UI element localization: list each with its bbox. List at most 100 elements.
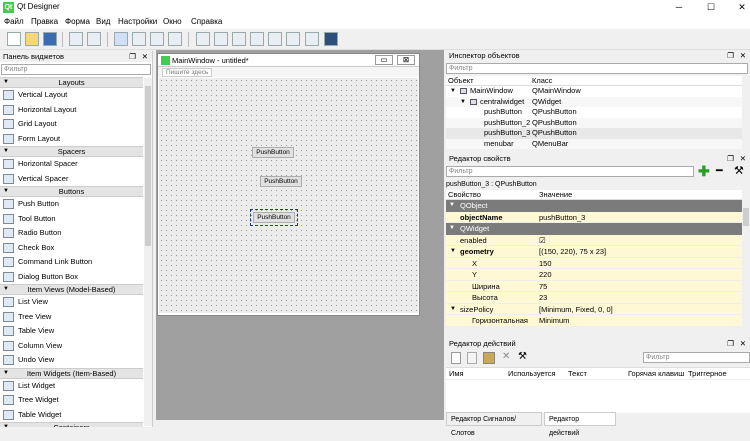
- save-icon[interactable]: [43, 32, 57, 46]
- form-close-icon[interactable]: ⊠: [397, 55, 415, 65]
- widget-list-scrollbar[interactable]: [144, 78, 152, 426]
- close-panel-icon[interactable]: ✕: [740, 153, 746, 164]
- menu-help[interactable]: Справка: [191, 17, 222, 26]
- property-filter-input[interactable]: Фильтр: [446, 166, 694, 177]
- object-tree-row[interactable]: ▼ centralwidget QWidget: [446, 96, 742, 107]
- object-tree-row[interactable]: menubar QMenuBar: [446, 138, 742, 149]
- float-icon[interactable]: ❐: [727, 153, 734, 164]
- layout-grid-icon[interactable]: [268, 32, 282, 46]
- delete-action-icon[interactable]: ✕: [502, 351, 510, 362]
- menu-view[interactable]: Вид: [96, 17, 110, 26]
- tab-signal-slot-editor[interactable]: Редактор Сигналов/Слотов: [446, 412, 542, 437]
- adjust-size-icon[interactable]: [324, 32, 338, 46]
- widget-item[interactable]: Column View: [0, 338, 143, 353]
- category-header[interactable]: ▼ Spacers: [0, 146, 143, 157]
- widget-filter-input[interactable]: Фильтр: [1, 64, 151, 75]
- property-row[interactable]: Высота 23: [446, 292, 742, 304]
- chevron-down-icon[interactable]: ▼: [450, 304, 456, 315]
- property-value[interactable]: 23: [539, 292, 547, 303]
- menu-form[interactable]: Форма: [65, 17, 90, 26]
- col-class[interactable]: Класс: [532, 76, 552, 86]
- menu-placeholder[interactable]: Пишите здесь: [162, 68, 213, 77]
- maximize-icon[interactable]: ☐: [704, 1, 718, 13]
- object-filter-input[interactable]: Фильтр: [446, 63, 748, 74]
- category-header[interactable]: ▼ Buttons: [0, 186, 143, 197]
- widget-item[interactable]: Dialog Button Box: [0, 269, 143, 284]
- edit-tab-order-icon[interactable]: [168, 32, 182, 46]
- push-button-2[interactable]: PushButton: [260, 176, 302, 187]
- edit-buddies-icon[interactable]: [150, 32, 164, 46]
- widget-item[interactable]: Tool Button: [0, 211, 143, 226]
- edit-widgets-icon[interactable]: [114, 32, 128, 46]
- scrollbar-thumb[interactable]: [743, 208, 749, 226]
- central-widget-canvas[interactable]: PushButton PushButton PushButton: [159, 78, 418, 313]
- push-button[interactable]: PushButton: [252, 147, 294, 158]
- menu-edit[interactable]: Правка: [31, 17, 58, 26]
- property-row[interactable]: X 150: [446, 257, 742, 269]
- chevron-down-icon[interactable]: ▼: [449, 200, 455, 211]
- push-button-3[interactable]: PushButton: [250, 209, 298, 226]
- property-row[interactable]: Горизонтальная Minimum: [446, 315, 742, 327]
- widget-item[interactable]: List View: [0, 295, 143, 310]
- col-value[interactable]: Значение: [539, 190, 572, 200]
- new-file-icon[interactable]: [7, 32, 21, 46]
- chevron-down-icon[interactable]: ▼: [450, 86, 456, 96]
- widget-item[interactable]: Command Link Button: [0, 255, 143, 270]
- col-checkable[interactable]: Триггерное: [688, 368, 727, 380]
- chevron-down-icon[interactable]: ▼: [450, 246, 456, 257]
- col-shortcut[interactable]: Горячая клавиш: [628, 368, 684, 380]
- layout-splitter-h-icon[interactable]: [232, 32, 246, 46]
- copy-action-icon[interactable]: [467, 352, 477, 364]
- widget-item[interactable]: Tree View: [0, 309, 143, 324]
- property-row[interactable]: Y 220: [446, 269, 742, 281]
- close-panel-icon[interactable]: ✕: [740, 338, 746, 349]
- widget-item[interactable]: Grid Layout: [0, 117, 143, 132]
- remove-property-icon[interactable]: ━: [716, 164, 723, 177]
- category-header[interactable]: ▼ Item Views (Model-Based): [0, 284, 143, 295]
- close-panel-icon[interactable]: ✕: [740, 50, 746, 61]
- open-folder-icon[interactable]: [25, 32, 39, 46]
- tab-action-editor[interactable]: Редактор действий: [544, 412, 616, 437]
- property-group[interactable]: ▼ QObject: [446, 200, 742, 212]
- category-header[interactable]: ▼ Layouts: [0, 77, 143, 88]
- layout-form-icon[interactable]: [286, 32, 300, 46]
- cascade-icon[interactable]: [69, 32, 83, 46]
- property-value[interactable]: [Minimum, Fixed, 0, 0]: [539, 304, 613, 315]
- float-icon[interactable]: ❐: [727, 50, 734, 61]
- category-header[interactable]: ▼ Item Widgets (Item-Based): [0, 367, 143, 379]
- float-icon[interactable]: ❐: [727, 338, 734, 349]
- configure-icon[interactable]: ⚒: [734, 164, 744, 177]
- widget-item[interactable]: Vertical Layout: [0, 88, 143, 103]
- chevron-down-icon[interactable]: ▼: [460, 97, 466, 107]
- minimize-icon[interactable]: ─: [672, 1, 686, 13]
- layout-vertical-icon[interactable]: [214, 32, 228, 46]
- col-property[interactable]: Свойство: [448, 190, 481, 200]
- col-object[interactable]: Объект: [448, 76, 474, 86]
- property-value[interactable]: Minimum: [539, 315, 569, 326]
- form-minimize-icon[interactable]: ▭: [375, 55, 393, 65]
- layout-splitter-v-icon[interactable]: [250, 32, 264, 46]
- close-icon[interactable]: ✕: [735, 1, 749, 13]
- col-used[interactable]: Используется: [508, 368, 556, 380]
- object-tree-row[interactable]: pushButton QPushButton: [446, 107, 742, 118]
- property-group[interactable]: ▼ QWidget: [446, 223, 742, 235]
- layout-horizontal-icon[interactable]: [196, 32, 210, 46]
- chevron-down-icon[interactable]: ▼: [449, 223, 455, 234]
- category-header[interactable]: ▼ Containers: [0, 422, 143, 427]
- widget-item[interactable]: Form Layout: [0, 131, 143, 146]
- object-tree-row[interactable]: pushButton_2 QPushButton: [446, 117, 742, 128]
- widget-item[interactable]: Horizontal Layout: [0, 102, 143, 117]
- paste-action-icon[interactable]: [483, 352, 495, 364]
- menu-settings[interactable]: Настройки: [118, 17, 157, 26]
- widget-item[interactable]: Radio Button: [0, 226, 143, 241]
- widget-item[interactable]: Table View: [0, 324, 143, 339]
- property-row[interactable]: ▼ sizePolicy [Minimum, Fixed, 0, 0]: [446, 303, 742, 315]
- action-filter-input[interactable]: Фильтр: [643, 352, 750, 363]
- property-value[interactable]: 150: [539, 258, 552, 269]
- col-name[interactable]: Имя: [449, 368, 464, 380]
- break-layout-icon[interactable]: [305, 32, 319, 46]
- object-tree-row[interactable]: ▼ MainWindow QMainWindow: [446, 86, 742, 97]
- object-scrollbar[interactable]: [742, 84, 750, 150]
- new-action-icon[interactable]: [451, 352, 461, 364]
- float-icon[interactable]: ❐: [129, 51, 136, 62]
